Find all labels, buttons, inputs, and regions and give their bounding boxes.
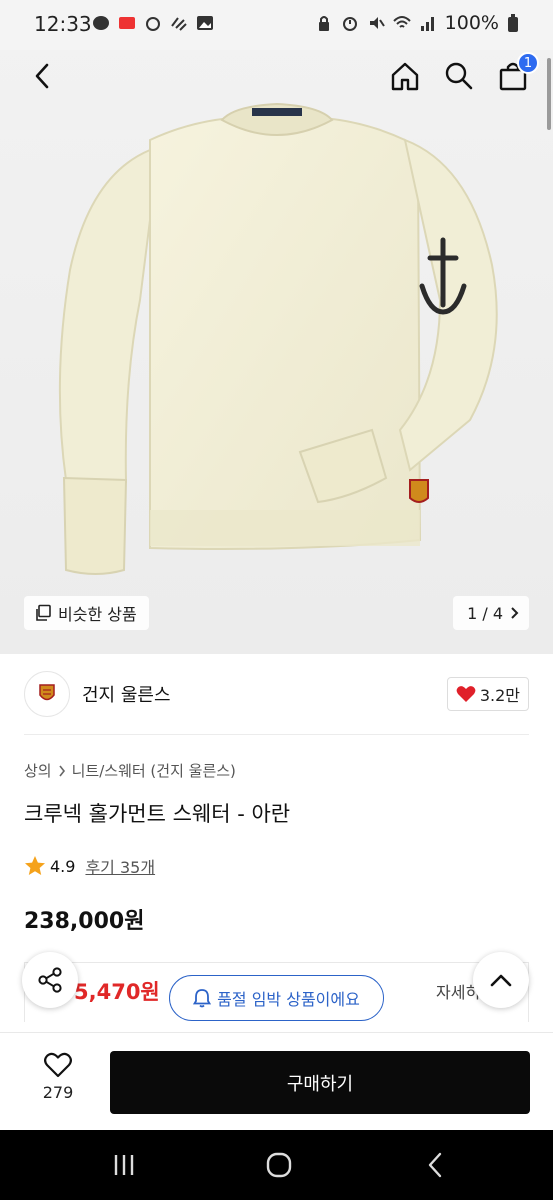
mail-icon	[118, 14, 136, 32]
wishlist-button[interactable]: 279	[24, 1051, 92, 1117]
wishlist-count: 279	[42, 1083, 74, 1102]
reviews-link[interactable]: 후기 35개	[85, 854, 155, 878]
breadcrumb-root[interactable]: 상의	[24, 760, 52, 781]
rating-row: 4.9 후기 35개	[24, 854, 155, 878]
soldout-soon-label: 품절 임박 상품이에요	[217, 990, 360, 1009]
talk-icon	[92, 14, 110, 32]
battery-icon	[507, 14, 525, 32]
header-actions: 1	[387, 52, 539, 94]
seller-logo[interactable]	[24, 671, 70, 717]
recent-apps-icon	[114, 1155, 134, 1175]
home-icon	[391, 62, 419, 91]
heart-outline-icon	[44, 1052, 72, 1078]
share-icon	[38, 967, 62, 993]
chevron-left-icon	[35, 63, 49, 89]
cart-count-badge: 1	[517, 52, 539, 74]
search-icon	[445, 62, 473, 90]
back-arrow-icon	[428, 1152, 442, 1178]
status-bar: 12:33 100%	[0, 0, 553, 50]
product-image	[0, 0, 553, 654]
star-icon	[25, 856, 45, 875]
breadcrumb: 상의 니트/스웨터 (건지 울른스)	[24, 760, 236, 781]
heart-icon	[456, 686, 476, 702]
product-price: 238,000원	[24, 909, 145, 934]
chevron-up-icon	[490, 974, 512, 987]
gallery-icon	[196, 14, 214, 32]
wifi-icon	[392, 14, 411, 32]
search-button[interactable]	[441, 58, 477, 94]
page-counter-text: 1 / 4	[467, 603, 503, 623]
rating-value: 4.9	[50, 856, 76, 876]
system-navigation-bar	[0, 1130, 553, 1200]
similar-products-button[interactable]: 비슷한 상품	[24, 596, 149, 630]
seller-like-button[interactable]: 3.2만	[446, 677, 529, 711]
back-button[interactable]	[24, 58, 60, 94]
cart-button[interactable]: 1	[495, 52, 539, 94]
home-nav-button[interactable]	[263, 1150, 295, 1180]
recent-apps-button[interactable]	[108, 1150, 140, 1180]
image-page-counter[interactable]: 1 / 4	[453, 596, 529, 630]
seller-row[interactable]: 건지 울른스 3.2만	[24, 670, 529, 718]
mute-icon	[367, 14, 385, 32]
seller-name[interactable]: 건지 울른스	[82, 681, 171, 707]
copy-icon	[36, 604, 51, 621]
notification-icons	[92, 14, 214, 32]
divider	[24, 734, 529, 735]
chevron-right-icon	[58, 765, 65, 776]
chevron-right-icon	[511, 607, 519, 619]
home-circle-icon	[266, 1152, 292, 1178]
bell-icon	[193, 989, 212, 1008]
scrollbar[interactable]	[547, 58, 551, 130]
signal-icon	[419, 14, 437, 32]
buy-button[interactable]: 구매하기	[110, 1051, 530, 1114]
crest-icon	[39, 684, 55, 701]
similar-products-label: 비슷한 상품	[58, 605, 137, 624]
seller-like-count: 3.2만	[479, 686, 520, 705]
scroll-top-button[interactable]	[473, 952, 529, 1008]
purchase-action-bar: 279 구매하기	[0, 1032, 553, 1130]
ring-icon	[144, 14, 162, 32]
breadcrumb-child[interactable]: 니트/스웨터 (건지 울른스)	[72, 760, 236, 781]
lock-icon	[315, 14, 333, 32]
home-button[interactable]	[387, 58, 423, 94]
share-button[interactable]	[22, 952, 78, 1008]
back-nav-button[interactable]	[419, 1150, 451, 1180]
alarm-icon	[341, 14, 359, 32]
battery-level: 100%	[444, 12, 499, 34]
wave-icon	[170, 14, 188, 32]
status-time: 12:33	[34, 12, 92, 36]
product-image-gallery[interactable]: 12:33 100% 1 비슷한 상품 1 / 4	[0, 0, 553, 654]
sale-price: 5,470원	[74, 980, 160, 1004]
soldout-soon-toast: 품절 임박 상품이에요	[169, 975, 384, 1021]
product-title: 크루넥 홀가먼트 스웨터 - 아란	[24, 802, 291, 826]
system-status-icons: 100%	[315, 12, 525, 34]
